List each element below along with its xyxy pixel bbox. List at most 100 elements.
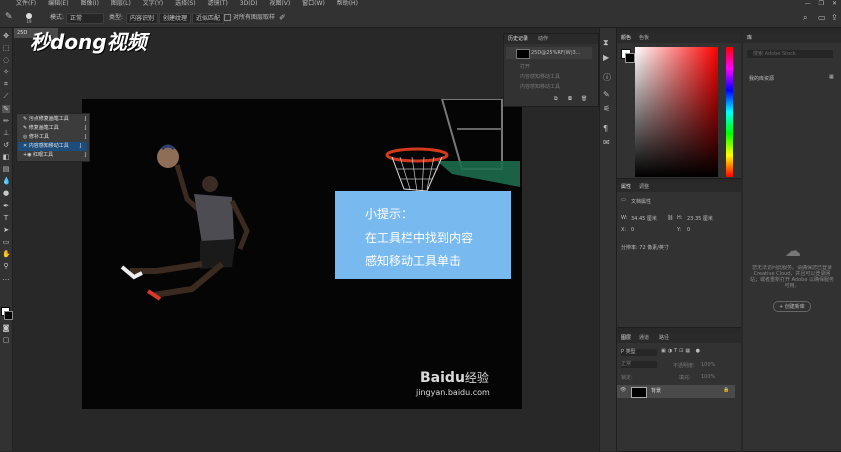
- create-texture-button[interactable]: 创建纹理: [159, 13, 192, 24]
- svg-text:19: 19: [26, 19, 32, 24]
- tab-history[interactable]: 历史记录: [508, 34, 528, 44]
- brush-tool-icon[interactable]: ✏: [2, 117, 10, 125]
- filter-icons[interactable]: ▣◑T⊡▦ ●: [661, 348, 702, 354]
- history-tabs: 历史记录 动作: [504, 34, 598, 44]
- share-icon[interactable]: ⇪: [831, 8, 838, 27]
- more-tools-icon[interactable]: …: [2, 274, 10, 282]
- tab-swatches[interactable]: 色板: [639, 33, 649, 43]
- tab-layers[interactable]: 图层: [621, 333, 631, 343]
- menu-file[interactable]: 文件(F): [16, 0, 36, 7]
- red-eye-item[interactable]: +◉ 红眼工具 J: [23, 151, 86, 160]
- tab-color[interactable]: 颜色: [621, 33, 631, 43]
- minimize-icon[interactable]: —: [805, 0, 811, 7]
- width-value[interactable]: 34.45 厘米: [631, 215, 657, 222]
- close-icon[interactable]: ✕: [832, 0, 837, 7]
- grid-view-icon[interactable]: ▦: [829, 74, 834, 80]
- menu-edit[interactable]: 编辑(E): [48, 0, 68, 7]
- new-document-icon[interactable]: ⧉: [554, 96, 558, 102]
- menu-window[interactable]: 窗口(W): [302, 0, 325, 7]
- history-dock-icon[interactable]: ⧗: [603, 38, 609, 48]
- info-dock-icon[interactable]: ⓘ: [603, 72, 611, 83]
- move-tool-icon[interactable]: ✥: [2, 32, 10, 40]
- stamp-tool-icon[interactable]: ⊥: [2, 129, 10, 137]
- trash-icon[interactable]: 🗑: [581, 96, 587, 102]
- tab-actions[interactable]: 动作: [538, 34, 548, 44]
- properties-section-title: 文档属性: [631, 199, 652, 205]
- layer-kind-filter[interactable]: P 类型: [621, 349, 657, 356]
- menu-type[interactable]: 文字(Y): [143, 0, 163, 7]
- proximity-match-button[interactable]: 近似匹配: [192, 13, 225, 24]
- shape-tool-icon[interactable]: ▭: [2, 238, 10, 246]
- blur-tool-icon[interactable]: 💧: [2, 177, 11, 185]
- background-swatch[interactable]: [625, 53, 635, 63]
- type-tool-icon[interactable]: T: [2, 214, 10, 222]
- history-snapshot[interactable]: 25D@25%RF(W)3...: [506, 47, 592, 59]
- create-library-button[interactable]: + 创建新库: [773, 301, 811, 312]
- history-brush-tool-icon[interactable]: ↺: [2, 141, 10, 149]
- content-aware-move-item[interactable]: ✕ 内容感知移动工具 J: [18, 142, 87, 151]
- library-search[interactable]: 搜索 Adobe Stock: [747, 50, 833, 58]
- menu-filter[interactable]: 滤镜(T): [208, 0, 228, 7]
- hand-tool-icon[interactable]: ✋: [2, 250, 11, 258]
- height-value[interactable]: 23.35 厘米: [687, 215, 713, 222]
- path-select-tool-icon[interactable]: ➤: [2, 226, 10, 234]
- pen-tool-icon[interactable]: ✒: [2, 202, 10, 210]
- camera-icon[interactable]: ◘: [568, 96, 572, 102]
- menu-help[interactable]: 帮助(H): [337, 0, 358, 7]
- y-value[interactable]: 0: [687, 227, 690, 233]
- brush-preset-picker[interactable]: 19: [22, 10, 36, 24]
- menu-3d[interactable]: 3D(D): [240, 0, 258, 7]
- history-step[interactable]: 内容感知移动工具: [506, 73, 592, 82]
- brush-dock-icon[interactable]: ✎: [603, 90, 610, 99]
- workspace-icon[interactable]: ▭: [818, 8, 826, 27]
- sample-all-checkbox[interactable]: [224, 14, 231, 21]
- opacity-value[interactable]: 100%: [701, 362, 715, 368]
- eraser-tool-icon[interactable]: ◧: [2, 153, 10, 161]
- healing-brush-icon[interactable]: ✎: [5, 8, 13, 27]
- restore-icon[interactable]: ❐: [819, 0, 824, 7]
- history-step[interactable]: 内容感知移动工具: [506, 83, 592, 92]
- menu-layer[interactable]: 图层(L): [111, 0, 131, 7]
- tab-paths[interactable]: 路径: [659, 333, 669, 343]
- hue-slider[interactable]: [726, 47, 733, 177]
- tab-properties[interactable]: 属性: [621, 182, 631, 192]
- notes-dock-icon[interactable]: ✉: [603, 138, 610, 147]
- lasso-tool-icon[interactable]: ◌: [2, 56, 10, 64]
- adjust-dock-icon[interactable]: ⚟: [603, 104, 610, 113]
- spot-healing-brush-item[interactable]: ✎ 污点修复画笔工具 J: [23, 115, 86, 124]
- screen-mode-icon[interactable]: ▢: [2, 336, 10, 344]
- eyedropper-tool-icon[interactable]: ⟋: [2, 92, 10, 100]
- zoom-tool-icon[interactable]: ⚲: [2, 262, 10, 270]
- color-field[interactable]: [635, 47, 718, 177]
- x-value[interactable]: 0: [631, 227, 634, 233]
- history-step[interactable]: 打开: [506, 63, 592, 72]
- mode-select[interactable]: 正常: [66, 13, 104, 24]
- eye-icon[interactable]: 👁: [620, 387, 626, 393]
- menu-select[interactable]: 选择(S): [175, 0, 196, 7]
- blend-mode-select[interactable]: 正常: [621, 361, 657, 368]
- tab-channels[interactable]: 通道: [639, 333, 649, 343]
- content-aware-button[interactable]: 内容识别: [126, 13, 159, 24]
- menu-view[interactable]: 视图(V): [269, 0, 290, 7]
- fill-value[interactable]: 100%: [701, 374, 715, 380]
- tab-libraries[interactable]: 库: [747, 33, 752, 43]
- quick-select-tool-icon[interactable]: ✧: [2, 68, 10, 76]
- tab-adjustments[interactable]: 调整: [639, 182, 649, 192]
- library-dropdown[interactable]: 我的库资源: [749, 75, 774, 82]
- healing-brush-item[interactable]: ✎ 修复画笔工具 J: [23, 124, 86, 133]
- healing-brush-tool-icon[interactable]: ✎: [2, 105, 10, 113]
- layer-row[interactable]: 👁 背景 🔒: [617, 385, 735, 398]
- marquee-tool-icon[interactable]: ⬚: [2, 44, 10, 52]
- patch-tool-item[interactable]: ◎ 修补工具 J: [23, 133, 86, 142]
- pressure-icon[interactable]: ✐: [279, 8, 286, 27]
- search-icon[interactable]: ⌕: [803, 8, 807, 27]
- link-icon[interactable]: ⛓: [667, 215, 673, 221]
- menu-image[interactable]: 图像(I): [80, 0, 98, 7]
- quick-mask-icon[interactable]: ◙: [2, 324, 10, 332]
- crop-tool-icon[interactable]: ⌗: [2, 80, 10, 88]
- actions-dock-icon[interactable]: ▶: [603, 53, 609, 62]
- background-color-swatch[interactable]: [4, 311, 13, 320]
- paragraph-dock-icon[interactable]: ¶: [603, 124, 608, 133]
- dodge-tool-icon[interactable]: ●: [2, 189, 10, 197]
- gradient-tool-icon[interactable]: ▤: [2, 165, 10, 173]
